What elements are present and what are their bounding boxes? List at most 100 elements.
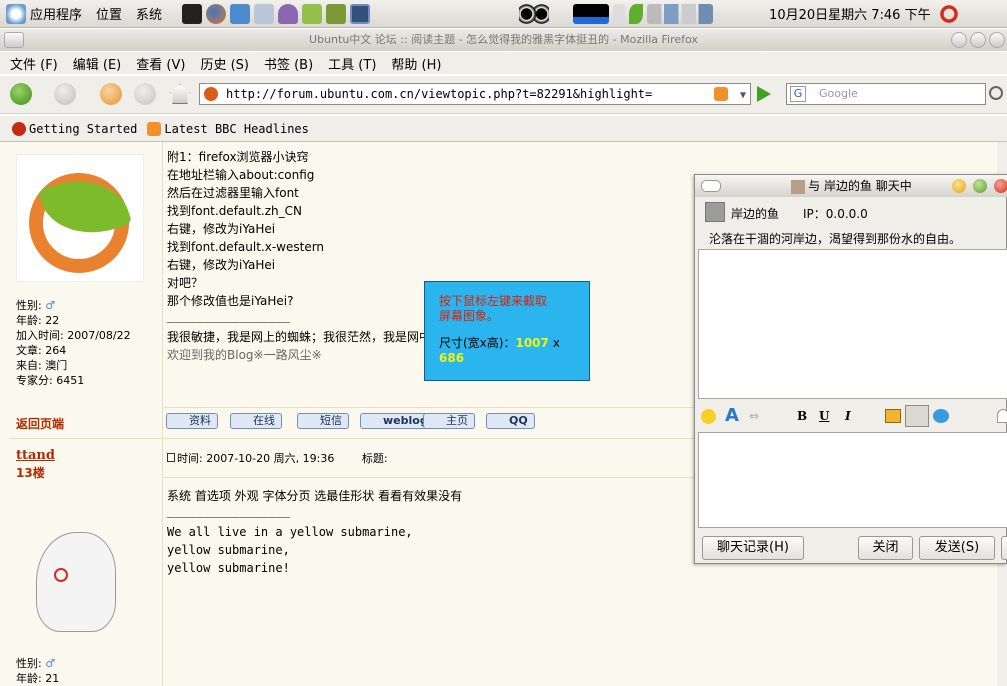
firefox-icon[interactable]: [206, 3, 227, 24]
forward-icon[interactable]: [54, 83, 76, 105]
site-favicon: [204, 87, 218, 101]
menu-edit[interactable]: 编辑 (E): [73, 54, 122, 73]
bookmark-bbc-headlines[interactable]: Latest BBC Headlines: [164, 122, 309, 136]
foot-icon[interactable]: [6, 3, 26, 24]
link-icon[interactable]: ⇔: [749, 409, 759, 423]
chat-close-button[interactable]: [994, 179, 1007, 193]
search-placeholder: Google: [819, 87, 858, 100]
url-bar[interactable]: http://forum.ubuntu.com.cn/viewtopic.php…: [199, 83, 751, 105]
italic-button[interactable]: I: [845, 409, 851, 423]
insert-image-icon[interactable]: [885, 409, 901, 423]
menu-applications[interactable]: 应用程序: [30, 4, 82, 23]
post2-header: 时间: 2007-10-20 周六, 19:36 标题:: [167, 450, 388, 468]
search-input[interactable]: G Google: [786, 83, 986, 105]
applets-icon[interactable]: [647, 3, 714, 24]
power-icon[interactable]: [938, 3, 959, 24]
screenshot-capture-icon[interactable]: [905, 405, 929, 427]
bookmarks-toolbar: Getting Started Latest BBC Headlines: [0, 116, 1007, 142]
post2-username[interactable]: ttand: [16, 448, 55, 463]
chat-minimize-button[interactable]: [952, 179, 966, 193]
post2-header-divider: [164, 477, 704, 478]
url-text: http://forum.ubuntu.com.cn/viewtopic.php…: [226, 87, 653, 101]
message-input[interactable]: [698, 432, 1007, 528]
post2-floor: 13楼: [16, 466, 45, 480]
buddy-name: 岸边的鱼: [731, 207, 780, 221]
menu-file[interactable]: 文件 (F): [10, 54, 58, 73]
extra-button[interactable]: [1001, 536, 1007, 560]
bookmark-getting-started[interactable]: Getting Started: [29, 122, 137, 136]
clock[interactable]: 10月20日星期六 7:46 下午: [769, 4, 931, 23]
message-button[interactable]: 短信: [297, 413, 349, 429]
menubar: 文件 (F) 编辑 (E) 查看 (V) 历史 (S) 书签 (B) 工具 (T…: [0, 52, 1007, 74]
system-monitor-icon: [573, 3, 610, 24]
bold-button[interactable]: B: [797, 409, 807, 423]
underline-button[interactable]: U: [819, 409, 829, 423]
male-icon: ♂: [45, 657, 56, 670]
format-toolbar: A ⇔ B U I: [695, 405, 1007, 429]
buddy-avatar: [705, 202, 725, 222]
menu-system[interactable]: 系统: [136, 4, 162, 23]
menu-places[interactable]: 位置: [96, 4, 122, 23]
search-icon[interactable]: [989, 86, 1003, 100]
maximize-button[interactable]: [970, 32, 986, 48]
menu-history[interactable]: 历史 (S): [200, 54, 249, 73]
reload-icon[interactable]: [100, 83, 122, 105]
pidgin-icon[interactable]: [278, 3, 299, 24]
chat-history-area[interactable]: [698, 249, 1007, 399]
chat-history-button[interactable]: 聊天记录(H): [702, 536, 804, 560]
rss-icon[interactable]: [714, 87, 728, 101]
go-button[interactable]: [757, 86, 771, 102]
back-icon[interactable]: [10, 83, 32, 105]
eyes-icon: [519, 3, 550, 24]
chat-titlebar: 与 岸边的鱼 聊天中: [695, 175, 1007, 197]
window-title: Ubuntu中文 论坛 :: 阅读主题 - 怎么觉得我的雅黑字体挺丑的 - Mo…: [309, 33, 698, 46]
gnome-top-panel: 应用程序 位置 系统 10月20日星期六 7:46 下午: [0, 0, 1007, 28]
stop-icon[interactable]: [134, 83, 156, 105]
font-icon[interactable]: A: [725, 405, 739, 426]
qq-button[interactable]: QQ: [486, 413, 535, 429]
menu-tools[interactable]: 工具 (T): [328, 54, 376, 73]
menu-help[interactable]: 帮助 (H): [391, 54, 441, 73]
picture-icon[interactable]: [230, 3, 251, 24]
buddy-thumb-icon: [791, 179, 806, 194]
post2-avatar: [26, 512, 126, 634]
home-icon[interactable]: [170, 84, 190, 104]
send-button[interactable]: 发送(S): [919, 536, 995, 560]
emote-icon[interactable]: [933, 409, 949, 423]
monitor-icon[interactable]: [254, 3, 275, 24]
bell-icon[interactable]: [997, 409, 1007, 423]
back-to-top-link[interactable]: 返回页端: [16, 415, 64, 432]
hand-icon[interactable]: [613, 3, 626, 24]
menu-view[interactable]: 查看 (V): [136, 54, 185, 73]
bookmark-getting-started-icon: [12, 121, 26, 136]
post1-body: 附1：firefox浏览器小诀窍 在地址栏输入about:config 然后在过…: [167, 150, 432, 362]
smiley-icon[interactable]: [701, 409, 716, 424]
chat-window: 与 岸边的鱼 聊天中 岸边的鱼 IP：0.0.0.0 沦落在干涸的河岸边，渴望得…: [694, 174, 1007, 564]
chat-menu-button[interactable]: [701, 180, 721, 192]
profile-button[interactable]: 资料: [166, 413, 218, 429]
online-button[interactable]: 在线: [230, 413, 282, 429]
window-menu-button[interactable]: [4, 32, 24, 48]
screenshot-icon[interactable]: [350, 3, 371, 24]
chat-maximize-button[interactable]: [973, 179, 987, 193]
url-dropdown-icon[interactable]: ▼: [740, 86, 746, 106]
male-icon: ♂: [45, 299, 56, 312]
post2-body: 系统 首选项 外观 字体分页 选最佳形状 看看有效果没有 ___________…: [167, 489, 463, 575]
window-titlebar: Ubuntu中文 论坛 :: 阅读主题 - 怎么觉得我的雅黑字体挺丑的 - Mo…: [0, 29, 1007, 51]
leaf-icon[interactable]: [629, 3, 644, 24]
inkscape-icon[interactable]: [302, 3, 323, 24]
menu-bookmarks[interactable]: 书签 (B): [264, 54, 313, 73]
terminal-icon[interactable]: [182, 3, 203, 24]
post-divider: [10, 438, 163, 439]
google-engine-icon[interactable]: G: [790, 86, 806, 102]
buddy-status: 沦落在干涸的河岸边，渴望得到那份水的自由。: [709, 232, 962, 246]
screenshot-tooltip: 按下鼠标左键来截取 屏幕图象。 尺寸(宽x高)：1007 x 686: [424, 281, 590, 381]
minimize-button[interactable]: [951, 32, 967, 48]
post2-profile: 性别: ♂ 年龄: 21: [16, 657, 60, 685]
books-icon[interactable]: [326, 3, 347, 24]
chat-close-dialog-button[interactable]: 关闭: [858, 536, 913, 560]
post1-profile: 性别: ♂ 年龄: 22 加入时间: 2007/08/22 文章: 264 来自…: [16, 299, 131, 387]
post-author-column: 性别: ♂ 年龄: 22 加入时间: 2007/08/22 文章: 264 来自…: [10, 142, 163, 686]
homepage-button[interactable]: 主页: [423, 413, 475, 429]
close-window-button[interactable]: [989, 32, 1005, 48]
